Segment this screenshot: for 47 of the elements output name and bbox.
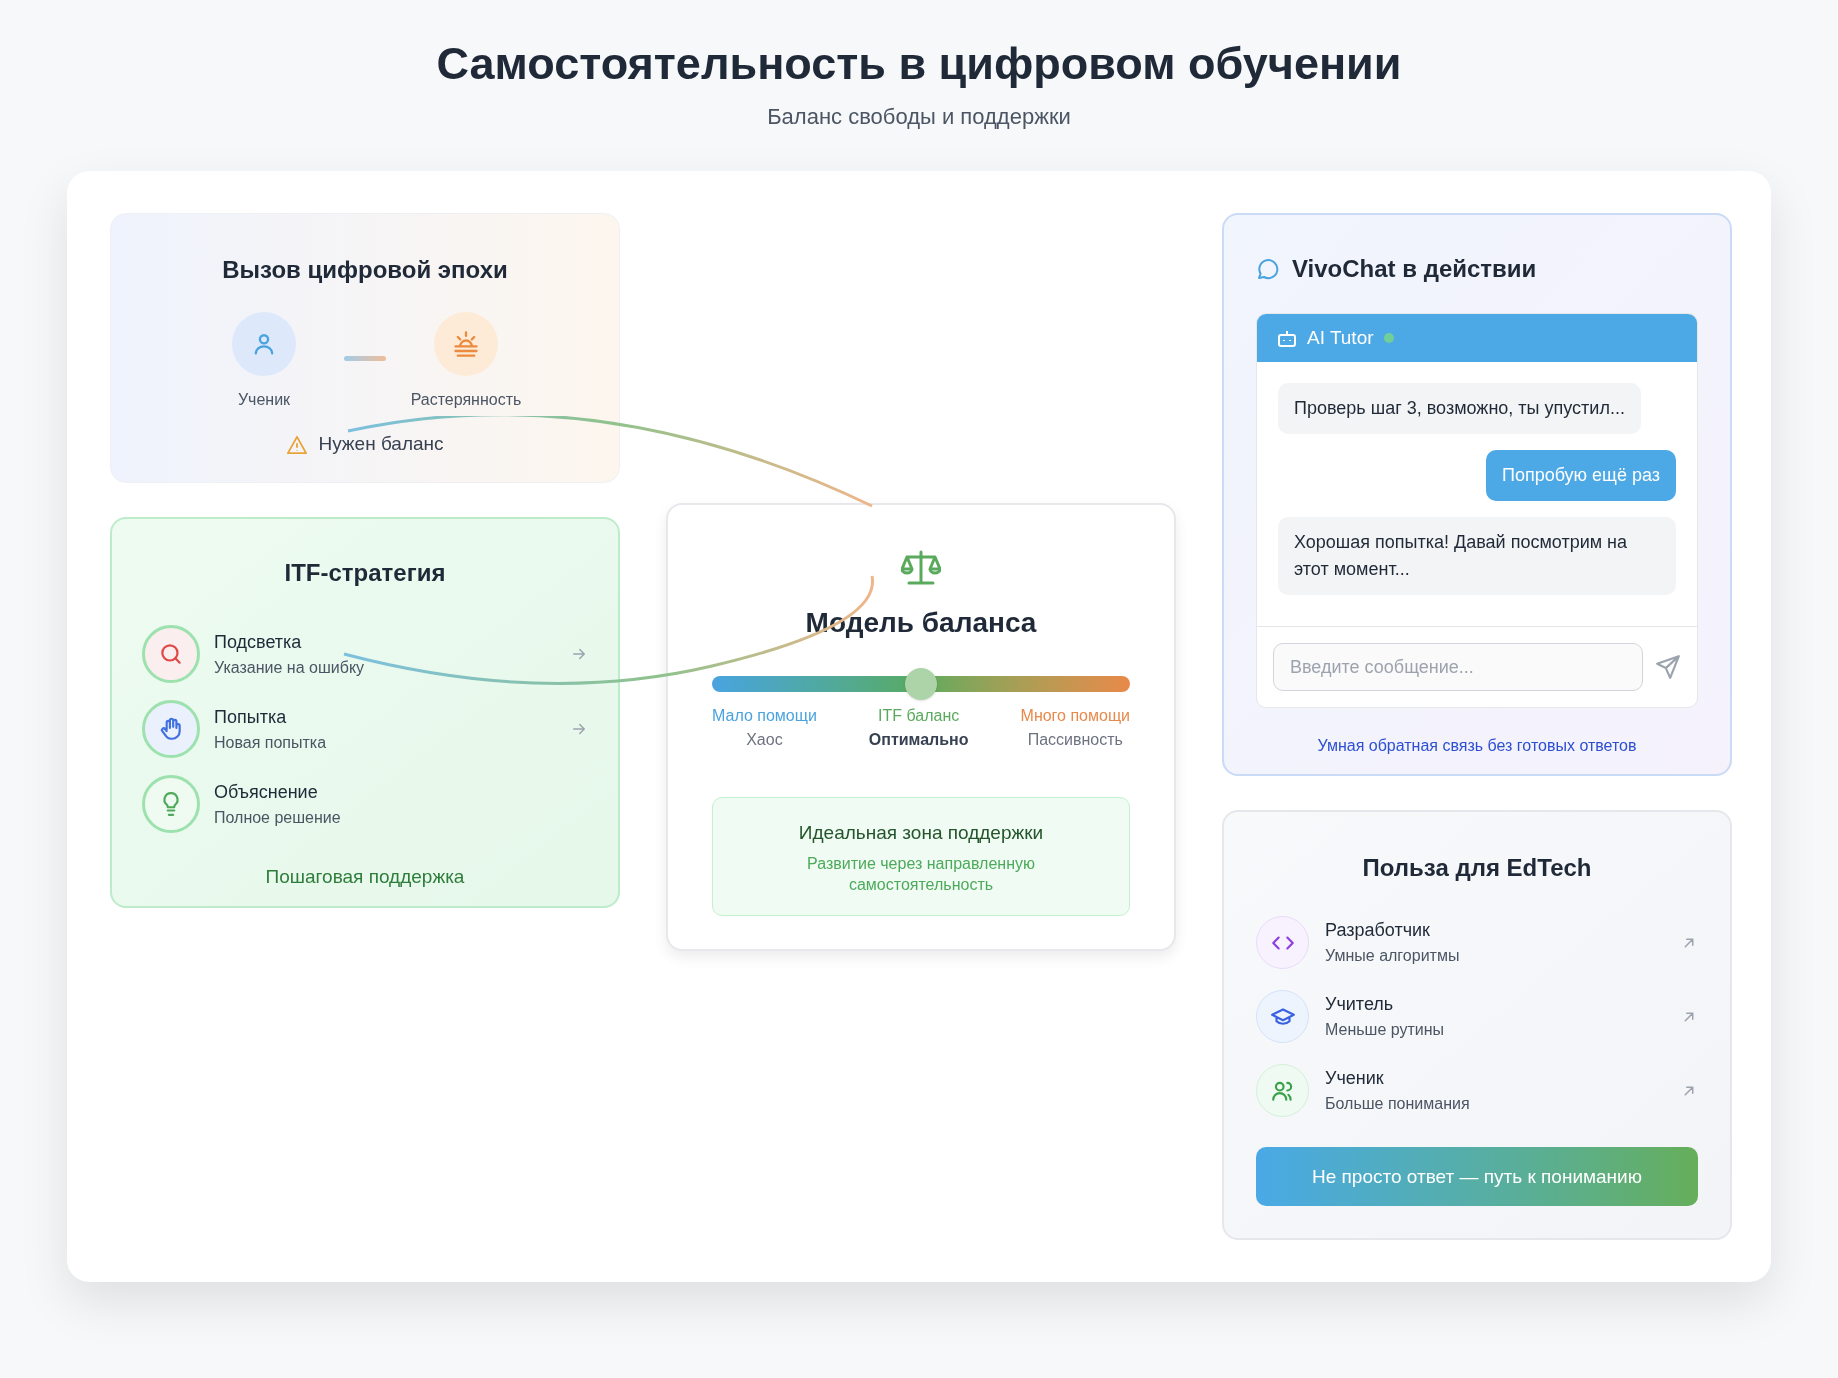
chat-bubble-icon: [1256, 257, 1280, 282]
zone-state: Хаос: [746, 730, 783, 751]
robot-icon: [1277, 329, 1297, 348]
chat-footer-text: Умная обратная связь без готовых ответов: [1316, 736, 1638, 757]
zone-state: Оптимально: [868, 730, 969, 751]
panel-text: Развитие через направленную самостоятельность: [806, 854, 1036, 895]
card-title: Польза для EdTech: [1361, 853, 1593, 884]
slider-thumb[interactable]: [905, 668, 937, 701]
user-message: Попробую ещё раз: [1485, 450, 1676, 502]
warning-icon: [286, 434, 309, 455]
warning-text: Нужен баланс: [318, 432, 444, 457]
card-title: Модель баланса: [805, 606, 1037, 641]
scales-icon: [901, 550, 941, 587]
card-title: ITF-стратегия: [283, 558, 447, 589]
benefit-title: Ученик: [1325, 1067, 1385, 1091]
step-title: Попытка: [214, 705, 288, 729]
bot-message: Хорошая попытка! Давай посмотрим на этот момент...: [1278, 517, 1676, 596]
cta-button[interactable]: Не просто ответ — путь к пониманию: [1256, 1147, 1698, 1207]
benefit-title: Учитель: [1325, 993, 1395, 1017]
panel-title: Идеальная зона поддержки: [798, 820, 1044, 845]
card-title: VivoChat в действии: [1292, 254, 1537, 285]
benefit-subtitle: Меньше рутины: [1325, 1020, 1446, 1041]
sunrise-icon: [452, 330, 480, 359]
avatar-label: Растерянность: [410, 390, 522, 411]
step-subtitle: Новая попытка: [214, 732, 328, 753]
bot-message: Проверь шаг 3, возможно, ты упустил...: [1278, 383, 1641, 435]
hand-icon: [158, 716, 184, 743]
avatar-label: Ученик: [237, 390, 291, 411]
message-input-field[interactable]: Введите сообщение...: [1273, 643, 1643, 692]
send-icon[interactable]: [1655, 654, 1681, 681]
step-subtitle: Полное решение: [214, 807, 342, 828]
step-subtitle: Указание на ошибку: [214, 657, 366, 678]
step-title: Объяснение: [214, 780, 319, 804]
step-title: Подсветка: [214, 630, 303, 654]
benefit-subtitle: Умные алгоритмы: [1325, 946, 1461, 967]
page-title: Самостоятельность в цифровом обучении: [436, 37, 1402, 91]
benefit-subtitle: Больше понимания: [1325, 1094, 1471, 1115]
benefit-title: Разработчик: [1325, 919, 1431, 943]
card-title: Вызов цифровой эпохи: [222, 255, 508, 286]
connector-bar: [344, 356, 386, 362]
zone-label: Много помощи: [1020, 706, 1130, 727]
zone-label: ITF баланс: [878, 706, 960, 727]
zone-state: Пассивность: [1027, 730, 1123, 751]
page-subtitle: Баланс свободы и поддержки: [767, 103, 1071, 132]
card-footer-text: Пошаговая поддержка: [264, 865, 466, 890]
zone-label: Мало помощи: [712, 706, 817, 727]
bot-name: AI Tutor: [1307, 326, 1374, 350]
